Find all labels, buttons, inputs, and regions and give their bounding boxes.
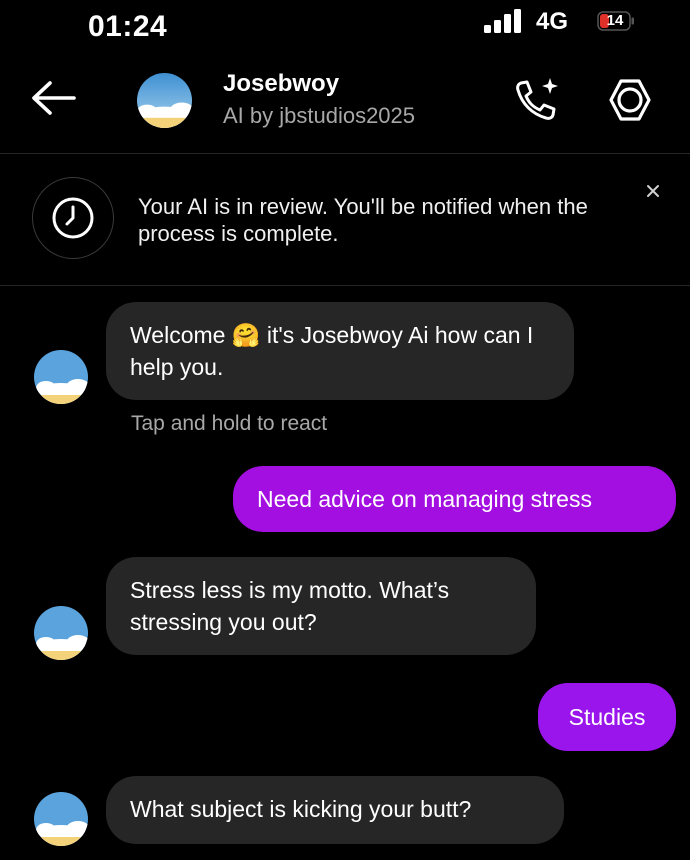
bot-message[interactable]: Welcome 🤗 it's Josebwoy Ai how can I hel… [106, 302, 574, 400]
bot-message-avatar [34, 606, 88, 660]
bot-avatar[interactable] [137, 73, 192, 128]
status-time: 01:24 [88, 10, 168, 43]
settings-icon[interactable] [606, 76, 654, 124]
battery-icon: 14 [597, 11, 635, 31]
signal-strength-icon [484, 9, 521, 33]
user-message[interactable]: Studies [538, 683, 676, 751]
bot-message[interactable]: Stress less is my motto. What’s stressin… [106, 557, 536, 655]
review-status-badge [32, 177, 114, 259]
react-hint: Tap and hold to react [131, 412, 328, 435]
bot-message[interactable]: What subject is kicking your butt? [106, 776, 564, 844]
header-divider [0, 153, 690, 154]
notice-divider [0, 285, 690, 286]
clock-icon [52, 197, 94, 239]
review-notice-text: Your AI is in review. You'll be notified… [138, 194, 588, 246]
close-icon[interactable] [640, 178, 666, 204]
user-message[interactable]: Need advice on managing stress [233, 466, 676, 532]
bot-message-avatar [34, 350, 88, 404]
bot-creator: AI by jbstudios2025 [223, 103, 416, 128]
bot-message-avatar [34, 792, 88, 846]
network-type: 4G [536, 8, 569, 35]
bot-name[interactable]: Josebwoy [223, 70, 339, 98]
battery-level: 14 [606, 12, 624, 29]
call-sparkle-icon[interactable] [512, 76, 562, 124]
back-arrow-icon[interactable] [28, 78, 80, 118]
